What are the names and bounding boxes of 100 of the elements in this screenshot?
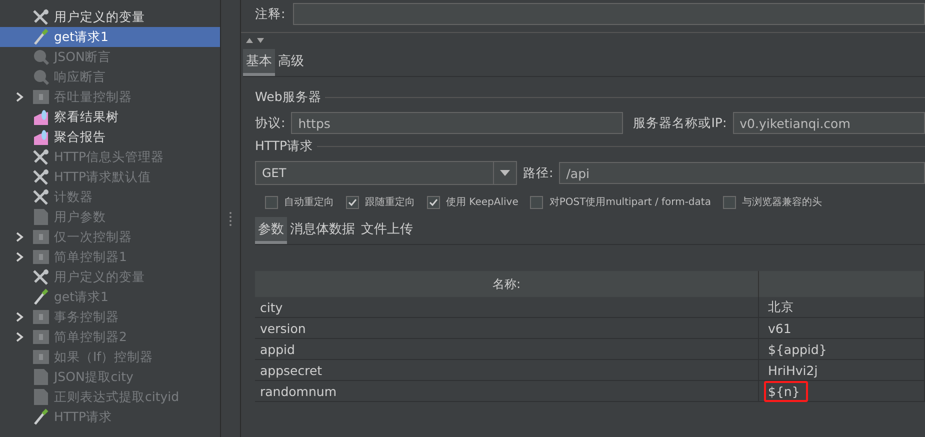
chevron-icon[interactable] (14, 91, 26, 103)
tree-label: HTTP信息头管理器 (54, 148, 164, 166)
tree-label: 响应断言 (54, 68, 106, 86)
checkbox[interactable] (427, 196, 440, 208)
tree-label: HTTP请求默认值 (54, 168, 151, 186)
tree-item[interactable]: 正则表达式提取cityid (0, 387, 220, 407)
tree-label: 简单控制器2 (54, 328, 127, 346)
checkbox-label: 对POST使用multipart / form-data (549, 196, 711, 209)
tree-item[interactable]: HTTP请求默认值 (0, 167, 220, 187)
comment-field[interactable] (293, 3, 925, 25)
path-field[interactable]: /api (559, 162, 925, 184)
page-icon (32, 388, 50, 406)
tree-item[interactable]: 如果（If）控制器 (0, 347, 220, 367)
tree-item[interactable]: 仅一次控制器 (0, 227, 220, 247)
controller-icon (32, 328, 50, 346)
tree-item[interactable]: 吞吐量控制器 (0, 87, 220, 107)
tree-label: 计数器 (54, 188, 93, 206)
table-cell-text: ${appid} (767, 341, 828, 359)
tree-item[interactable]: 响应断言 (0, 67, 220, 87)
controller-icon (32, 348, 50, 366)
controller-icon (32, 228, 50, 246)
tree-item[interactable]: 用户参数 (0, 207, 220, 227)
tree-label: 用户定义的变量 (54, 8, 145, 26)
table-cell-text: HriHvi2j (767, 362, 819, 380)
chevron-icon[interactable] (14, 231, 26, 243)
tools-icon (32, 168, 50, 186)
checkbox[interactable] (530, 196, 544, 208)
group-title: Web服务器 (255, 89, 322, 106)
server-field[interactable]: v0.yiketianqi.com (732, 112, 925, 134)
tree-item[interactable]: JSON断言 (0, 47, 220, 67)
pipette-icon (32, 408, 50, 426)
table-cell: appid (260, 342, 295, 357)
splitter-handle[interactable] (229, 212, 232, 226)
tree-item[interactable]: get请求1 (0, 287, 220, 307)
table-cell: city (260, 300, 283, 315)
checkbox[interactable] (265, 196, 278, 208)
checkbox-label: 跟随重定向 (365, 196, 415, 209)
magnifier-icon (32, 48, 50, 66)
pipette-icon (32, 288, 50, 306)
tab[interactable]: 消息体数据 (287, 217, 358, 244)
tree-item[interactable]: 计数器 (0, 187, 220, 207)
table-cell: appsecret (260, 363, 322, 378)
protocol-label: 协议: (255, 114, 286, 132)
checkbox-label: 自动重定向 (284, 196, 334, 209)
tree-item[interactable]: 用户定义的变量 (0, 7, 220, 27)
protocol-field[interactable]: https (291, 112, 624, 134)
tree-label: 用户定义的变量 (54, 268, 145, 286)
table-cell-text: v61 (767, 320, 792, 338)
tree-label: JSON提取city (54, 368, 134, 386)
tab[interactable]: 参数 (255, 217, 287, 244)
tree-item[interactable]: HTTP请求 (0, 407, 220, 427)
page-icon (32, 208, 50, 226)
chart-icon (32, 108, 50, 126)
tree-label: 吞吐量控制器 (54, 88, 132, 106)
controller-icon (32, 88, 50, 106)
checkbox-label: 使用 KeepAlive (446, 196, 518, 209)
caret-icon (500, 170, 510, 176)
tree-label: 简单控制器1 (54, 248, 127, 266)
tree-label: JSON断言 (54, 48, 111, 66)
tab[interactable]: 基本 (243, 49, 275, 76)
page-icon (32, 368, 50, 386)
tools-icon (32, 148, 50, 166)
chevron-icon[interactable] (14, 331, 26, 343)
tree-label: 聚合报告 (54, 128, 106, 146)
tree-label: HTTP请求 (54, 408, 112, 426)
method-dropdown[interactable]: GET (255, 161, 517, 185)
tab[interactable]: 文件上传 (358, 217, 416, 244)
tools-icon (32, 8, 50, 26)
tree-item[interactable]: 用户定义的变量 (0, 267, 220, 287)
tree-label: 仅一次控制器 (54, 228, 132, 246)
tree-item[interactable]: 聚合报告 (0, 127, 220, 147)
tree-label: get请求1 (54, 288, 108, 306)
pipette-icon (32, 28, 50, 46)
collapse-arrows-icon[interactable] (245, 36, 265, 44)
path-label: 路径: (523, 164, 554, 182)
tree-item[interactable]: JSON提取city (0, 367, 220, 387)
chevron-icon[interactable] (14, 311, 26, 323)
tree-item[interactable]: 简单控制器2 (0, 327, 220, 347)
tree-item[interactable]: HTTP信息头管理器 (0, 147, 220, 167)
group-title: HTTP请求 (255, 138, 313, 155)
comment-label: 注释: (255, 6, 286, 22)
tree-label: 正则表达式提取cityid (54, 388, 180, 406)
tree-label: get请求1 (54, 28, 108, 46)
tree-label: 如果（If）控制器 (54, 348, 154, 366)
controller-icon (32, 248, 50, 266)
tree-item[interactable]: get请求1 (0, 27, 220, 47)
table-cell: version (260, 321, 306, 336)
chevron-icon[interactable] (14, 251, 26, 263)
tab[interactable]: 高级 (275, 49, 307, 76)
checkbox[interactable] (722, 196, 736, 208)
tree-item[interactable]: 事务控制器 (0, 307, 220, 327)
server-label: 服务器名称或IP: (633, 114, 727, 132)
magnifier-icon (32, 68, 50, 86)
tools-icon (32, 268, 50, 286)
table-cell-text: 北京 (767, 298, 795, 316)
checkbox-label: 与浏览器兼容的头 (742, 196, 822, 209)
tree-item[interactable]: 简单控制器1 (0, 247, 220, 267)
controller-icon (32, 308, 50, 326)
checkbox[interactable] (346, 196, 359, 208)
tree-item[interactable]: 察看结果树 (0, 107, 220, 127)
